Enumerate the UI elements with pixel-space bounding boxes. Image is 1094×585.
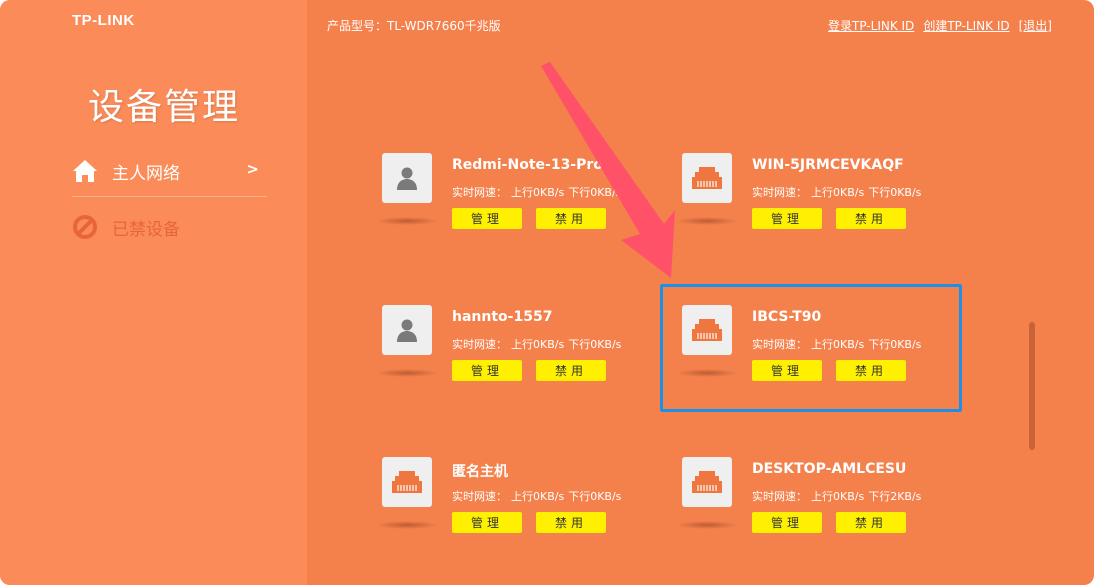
device-name: WIN-5JRMCEVKAQF [752,157,904,173]
avatar-shadow [376,369,438,377]
download-speed: 下行2KB/s [868,490,922,503]
speed-label: 实时网速： [452,186,507,199]
home-icon [73,160,97,182]
manage-button[interactable]: 管理 [752,208,822,229]
device-speed: 实时网速： 上行0KB/s 下行2KB/s [752,488,921,504]
device-name: DESKTOP-AMLCESU [752,461,907,477]
device-card: hannto-1557 实时网速： 上行0KB/s 下行0KB/s 管理 禁用 [376,305,652,405]
ethernet-icon [682,153,732,203]
speed-label: 实时网速： [752,490,807,503]
device-speed: 实时网速： 上行0KB/s 下行0KB/s [452,336,621,352]
device-name: 匿名主机 [452,464,508,480]
block-button[interactable]: 禁用 [836,512,906,533]
block-button[interactable]: 禁用 [836,208,906,229]
ethernet-icon [682,457,732,507]
download-speed: 下行0KB/s [568,338,622,351]
highlight-box [660,284,962,412]
manage-button[interactable]: 管理 [452,512,522,533]
block-button[interactable]: 禁用 [536,360,606,381]
download-speed: 下行0KB/s [568,490,622,503]
download-speed: 下行0KB/s [568,186,622,199]
ban-icon [73,215,97,239]
account-links: 登录TP-LINK ID 创建TP-LINK ID [退出] [828,17,1052,34]
speed-label: 实时网速： [452,338,507,351]
upload-speed: 上行0KB/s [511,338,565,351]
block-button[interactable]: 禁用 [536,512,606,533]
upload-speed: 上行0KB/s [511,186,565,199]
tp-link-logo: TP-LINK [72,12,135,29]
upload-speed: 上行0KB/s [811,186,865,199]
scrollbar-thumb[interactable] [1029,322,1035,450]
sidebar-divider [72,196,267,197]
device-speed: 实时网速： 上行0KB/s 下行0KB/s [452,184,621,200]
product-model: 产品型号：TL-WDR7660千兆版 [327,19,501,33]
block-button[interactable]: 禁用 [536,208,606,229]
speed-label: 实时网速： [752,186,807,199]
router-admin-window: TP-LINK 设备管理 主人网络 > 已禁设备 产品型号：TL-WDR7660… [0,0,1094,585]
device-speed: 实时网速： 上行0KB/s 下行0KB/s [452,488,621,504]
avatar-shadow [376,217,438,225]
device-card: WIN-5JRMCEVKAQF 实时网速： 上行0KB/s 下行0KB/s 管理 禁… [676,153,952,253]
person-icon [382,153,432,203]
avatar-shadow [376,521,438,529]
sidebar-item-blocked-devices[interactable]: 已禁设备 [72,211,267,243]
sidebar-item-label: 主人网络 [112,163,180,184]
device-card: DESKTOP-AMLCESU 实时网速： 上行0KB/s 下行2KB/s 管理 禁… [676,457,952,557]
person-icon [382,305,432,355]
manage-button[interactable]: 管理 [452,360,522,381]
device-name: hannto-1557 [452,309,553,325]
ethernet-icon [382,457,432,507]
manage-button[interactable]: 管理 [752,512,822,533]
login-tplink-id-link[interactable]: 登录TP-LINK ID [828,17,914,34]
sidebar-item-host-network[interactable]: 主人网络 > [72,155,267,187]
page-title: 设备管理 [88,87,241,128]
avatar-shadow [676,521,738,529]
speed-label: 实时网速： [452,490,507,503]
upload-speed: 上行0KB/s [511,490,565,503]
download-speed: 下行0KB/s [868,186,922,199]
device-card: Redmi-Note-13-Pro 实时网速： 上行0KB/s 下行0KB/s 管理… [376,153,652,253]
manage-button[interactable]: 管理 [452,208,522,229]
upload-speed: 上行0KB/s [811,490,865,503]
device-name: Redmi-Note-13-Pro [452,157,603,173]
avatar-shadow [676,217,738,225]
device-card: 匿名主机 实时网速： 上行0KB/s 下行0KB/s 管理 禁用 [376,457,652,557]
sidebar: TP-LINK 设备管理 主人网络 > 已禁设备 [0,0,307,585]
device-speed: 实时网速： 上行0KB/s 下行0KB/s [752,184,921,200]
sidebar-item-label: 已禁设备 [112,219,180,240]
create-tplink-id-link[interactable]: 创建TP-LINK ID [923,17,1009,34]
logout-link[interactable]: [退出] [1019,17,1052,34]
chevron-right-icon: > [246,160,259,178]
